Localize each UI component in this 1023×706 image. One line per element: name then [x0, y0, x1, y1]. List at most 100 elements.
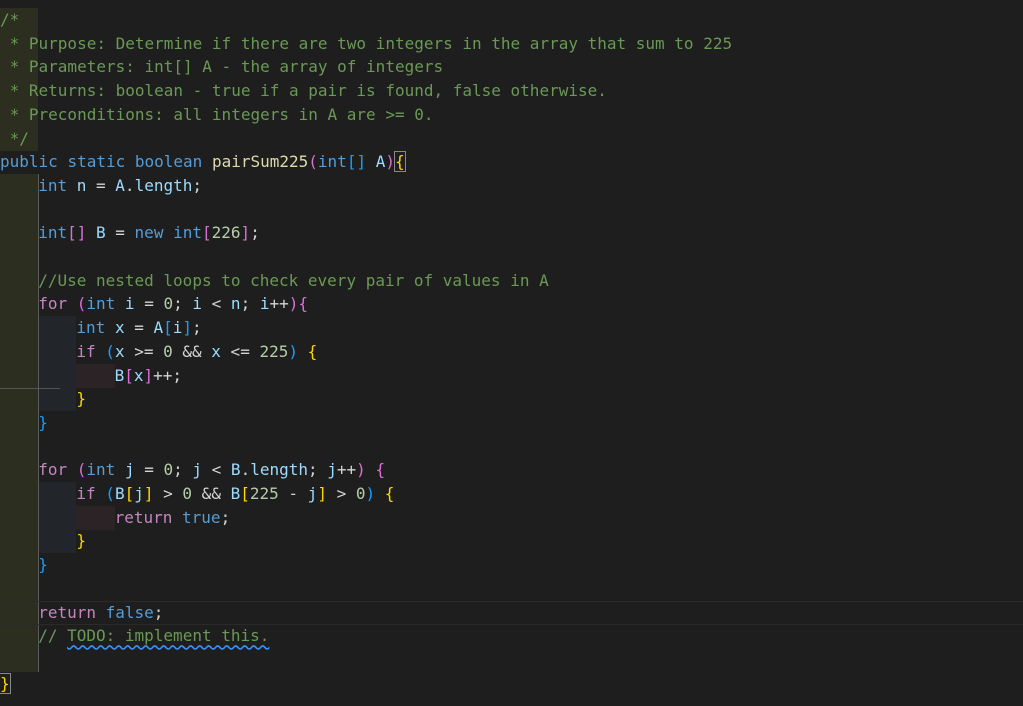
indent-guide-block — [0, 292, 39, 317]
code-text: for (int i = 0; i < n; i++){ — [38, 292, 308, 316]
code-text: * Preconditions: all integers in A are >… — [0, 103, 434, 127]
code-token: ] — [240, 223, 251, 243]
code-text: int[] B = new int[226]; — [38, 221, 260, 245]
code-token: < — [202, 460, 231, 480]
code-token: if — [76, 484, 96, 503]
code-token: B — [230, 484, 241, 503]
code-token: ++ — [269, 294, 289, 314]
code-line[interactable]: public static boolean pairSum225(int[] A… — [0, 150, 1023, 174]
code-token: >= — [124, 341, 164, 361]
code-token: B — [230, 460, 241, 480]
code-token: ] — [143, 484, 154, 503]
code-line[interactable]: } — [0, 553, 1023, 578]
code-token: n — [76, 175, 87, 195]
code-line[interactable]: * Returns: boolean - true if a pair is f… — [0, 79, 1023, 104]
code-token: ++; — [153, 365, 183, 385]
code-text: B[x]++; — [115, 364, 182, 388]
code-token: int — [76, 318, 106, 338]
code-token: } — [38, 555, 48, 575]
indent-guide-block — [38, 316, 77, 341]
code-line[interactable]: int[] B = new int[226]; — [0, 221, 1023, 246]
code-token: { — [394, 151, 406, 173]
code-line[interactable]: B[x]++; — [0, 363, 1023, 388]
code-line[interactable] — [0, 647, 1023, 672]
code-token: */ — [0, 128, 29, 148]
indent-guide-block — [0, 529, 39, 554]
code-line[interactable]: } — [0, 529, 1023, 554]
code-token: [ — [124, 365, 134, 385]
code-line[interactable]: * Parameters: int[] A - the array of int… — [0, 55, 1023, 80]
code-token: ; — [308, 460, 328, 480]
code-token: int — [86, 460, 116, 480]
code-text: public static boolean pairSum225(int[] A… — [0, 150, 406, 174]
code-line[interactable] — [0, 245, 1023, 269]
code-token: > — [326, 484, 356, 503]
code-token: ( — [76, 294, 87, 314]
code-token: ) — [356, 460, 366, 480]
code-token: public — [0, 152, 58, 172]
indent-guide-block — [0, 268, 39, 293]
indent-guide-block — [38, 387, 77, 412]
indent-guide-line — [38, 482, 39, 506]
code-text: if (x >= 0 && x <= 225) { — [76, 340, 317, 364]
code-token: 225 — [259, 341, 289, 361]
code-line[interactable]: for (int i = 0; i < n; i++){ — [0, 292, 1023, 317]
code-line[interactable] — [0, 576, 1023, 601]
code-line[interactable]: //Use nested loops to check every pair o… — [0, 268, 1023, 293]
code-line[interactable]: } — [0, 672, 1023, 696]
code-line[interactable]: * Purpose: Determine if there are two in… — [0, 31, 1023, 56]
code-editor[interactable]: /* * Purpose: Determine if there are two… — [0, 0, 1023, 706]
code-line[interactable]: return true; — [0, 505, 1023, 530]
horizontal-rule-marker — [0, 388, 60, 389]
code-token: length — [250, 460, 308, 480]
code-line[interactable]: */ — [0, 126, 1023, 151]
code-token: A — [375, 152, 386, 172]
code-line[interactable]: } — [0, 410, 1023, 435]
code-token: * Parameters: int[] A - the array of int… — [0, 57, 444, 77]
code-text: /* — [0, 8, 19, 32]
code-token: ] — [143, 365, 154, 385]
code-token: j — [134, 484, 144, 503]
indent-guide-block — [0, 363, 39, 388]
code-line[interactable]: if (B[j] > 0 && B[225 - j] > 0) { — [0, 482, 1023, 506]
current-line-highlight — [0, 600, 1023, 625]
code-token: new — [134, 223, 164, 243]
code-line[interactable]: int n = A.length; — [0, 173, 1023, 198]
code-line[interactable] — [0, 197, 1023, 222]
code-token: for — [38, 294, 68, 314]
indent-guide-block — [38, 505, 77, 530]
code-token: 0 — [163, 460, 174, 480]
code-token: * Preconditions: all integers in A are >… — [0, 104, 434, 124]
code-token: ( — [308, 152, 318, 172]
code-line[interactable]: if (x >= 0 && x <= 225) { — [0, 339, 1023, 364]
indent-guide-line — [38, 434, 39, 459]
code-line[interactable]: int x = A[i]; — [0, 316, 1023, 341]
code-token: && — [192, 484, 231, 503]
code-line[interactable]: * Preconditions: all integers in A are >… — [0, 102, 1023, 127]
code-text: * Parameters: int[] A - the array of int… — [0, 55, 443, 79]
code-line[interactable]: } — [0, 387, 1023, 412]
code-line[interactable]: /* — [0, 8, 1023, 32]
code-token: = — [134, 460, 164, 480]
code-text: } — [0, 672, 11, 696]
code-line[interactable]: for (int j = 0; j < B.length; j++) { — [0, 458, 1023, 483]
indent-guide-line — [38, 245, 39, 269]
code-token: } — [0, 672, 11, 694]
code-line[interactable] — [0, 434, 1023, 459]
indent-guide-line — [38, 505, 39, 530]
code-token: 0 — [163, 294, 174, 314]
indent-guide-block — [0, 624, 39, 649]
code-token: } — [76, 389, 87, 409]
code-token: [] — [67, 223, 87, 243]
code-token: * Returns: boolean - true if a pair is f… — [0, 81, 607, 101]
indent-guide-line — [38, 576, 39, 601]
code-text: //Use nested loops to check every pair o… — [38, 269, 549, 293]
indent-guide-line — [38, 339, 39, 364]
code-token: ) — [365, 484, 376, 503]
code-line[interactable]: // TODO: implement this. — [0, 624, 1023, 649]
